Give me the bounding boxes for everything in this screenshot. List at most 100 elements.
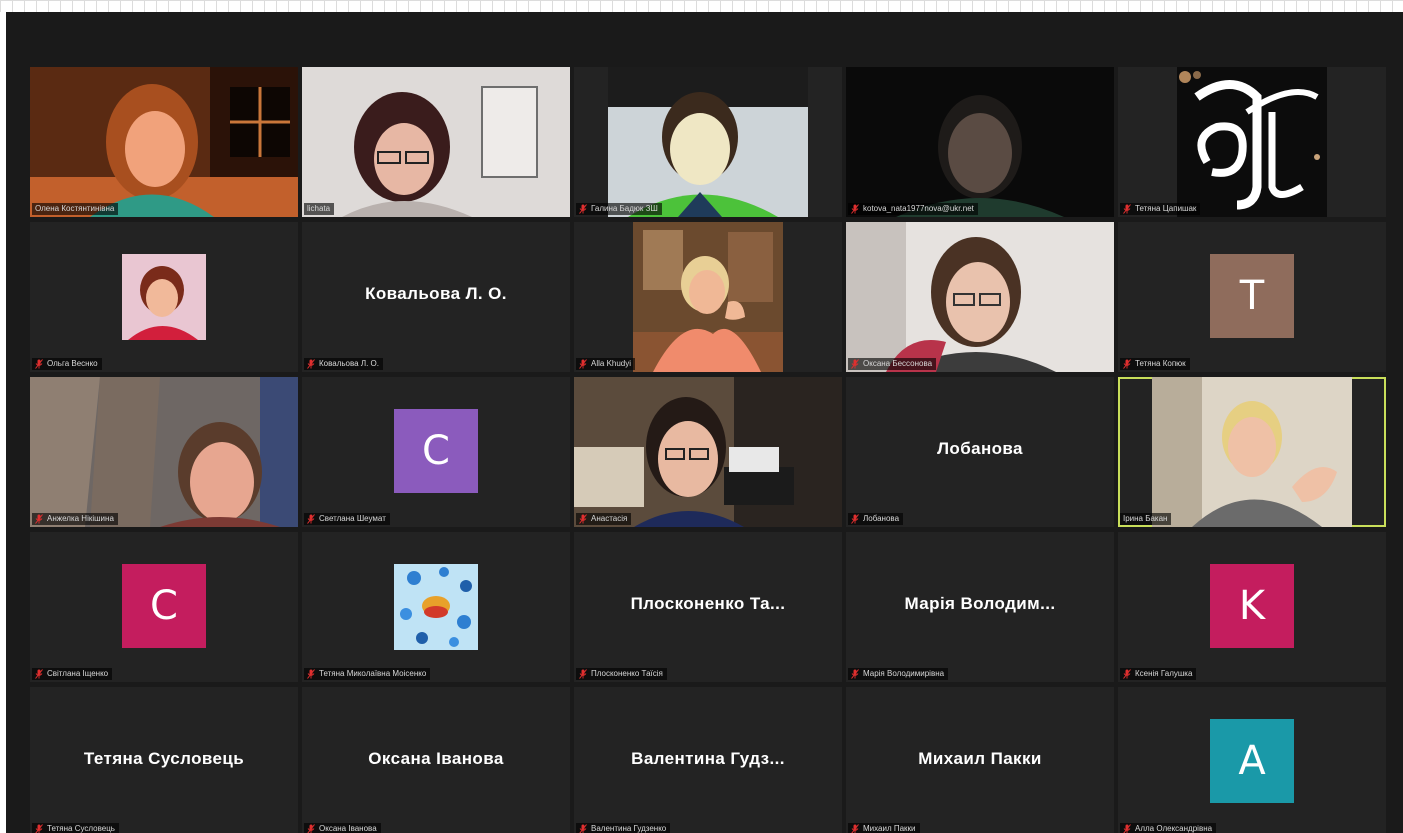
participant-display-name: Марія Володим...	[904, 594, 1056, 613]
participant-name: lichata	[307, 204, 331, 213]
participant-display-name: Тетяна Сусловець	[83, 749, 245, 768]
participant-tile[interactable]: Оксана Бессонова	[846, 222, 1114, 372]
participant-tile[interactable]: Тетяна Сусловець Тетяна Сусловець	[30, 687, 298, 833]
participant-tile[interactable]: K Ксенія Галушка	[1118, 532, 1386, 682]
participant-tile[interactable]: Михаил Пакки Михаил Пакки	[846, 687, 1114, 833]
participant-name-tag: lichata	[304, 203, 335, 215]
participant-name-tag: Плосконенко Таїсія	[576, 668, 667, 680]
mic-muted-icon	[307, 669, 315, 679]
mic-muted-icon	[579, 359, 587, 369]
participant-tile[interactable]: Ольга Веснко	[30, 222, 298, 372]
avatar: C	[122, 564, 206, 648]
meeting-gallery-view: Олена Костянтинівна lichata Галина Бадюк…	[6, 12, 1403, 833]
mic-muted-icon	[579, 204, 587, 214]
participant-tile[interactable]: C Светлана Шеумат	[302, 377, 570, 527]
participant-name-tag: Галина Бадюк ЗШ	[576, 203, 662, 215]
participant-name: Светлана Шеумат	[319, 514, 386, 523]
mic-muted-icon	[851, 204, 859, 214]
participant-display-name: Лобанова	[937, 439, 1023, 458]
participant-name: Тетяна Цапишак	[1135, 204, 1197, 213]
participant-name-tag: Анастасія	[576, 513, 632, 525]
mic-muted-icon	[851, 824, 859, 833]
participant-name-tag: Олена Костянтинівна	[32, 203, 119, 215]
participant-name-tag: Тетяна Копюк	[1120, 358, 1190, 370]
participant-name: Тетяна Миколаївна Моісенко	[319, 669, 427, 678]
participant-tile-active-speaker[interactable]: Ірина Бакан	[1118, 377, 1386, 527]
participant-tile[interactable]: C Світлана Іщенко	[30, 532, 298, 682]
participant-video	[30, 67, 298, 217]
participant-name: kotova_nata1977nova@ukr.net	[863, 204, 974, 213]
mic-muted-icon	[307, 359, 315, 369]
participant-name: Оксана Іванова	[319, 824, 377, 833]
participant-video	[846, 222, 1114, 372]
participant-video	[633, 222, 783, 372]
mic-muted-icon	[851, 514, 859, 524]
participant-name: Анастасія	[591, 514, 628, 523]
participant-name: Валентина Гудзенко	[591, 824, 667, 833]
profile-photo	[122, 254, 206, 340]
participant-name: Ковальова Л. О.	[319, 359, 379, 368]
participant-name: Alla Khudyi	[591, 359, 632, 368]
participant-video	[30, 377, 298, 527]
participant-tile[interactable]: Оксана Іванова Оксана Іванова	[302, 687, 570, 833]
participant-name-tag: Лобанова	[848, 513, 904, 525]
avatar: A	[1210, 719, 1294, 803]
participant-tile[interactable]: Ковальова Л. О. Ковальова Л. О.	[302, 222, 570, 372]
participant-video	[1177, 67, 1327, 217]
mic-muted-icon	[851, 669, 859, 679]
participant-tile[interactable]: Анастасія	[574, 377, 842, 527]
participant-video	[846, 67, 1114, 217]
participant-display-name: Михаил Пакки	[918, 749, 1042, 768]
participant-name: Ірина Бакан	[1123, 514, 1168, 523]
participant-tile[interactable]: Тетяна Миколаївна Моісенко	[302, 532, 570, 682]
profile-photo	[394, 564, 478, 650]
participant-tile[interactable]: T Тетяна Копюк	[1118, 222, 1386, 372]
participant-tile[interactable]: Alla Khudyi	[574, 222, 842, 372]
participant-tile[interactable]: kotova_nata1977nova@ukr.net	[846, 67, 1114, 217]
avatar: K	[1210, 564, 1294, 648]
participant-display-name: Плосконенко Та...	[630, 594, 786, 613]
mic-muted-icon	[579, 514, 587, 524]
participant-name-tag: Валентина Гудзенко	[576, 823, 671, 833]
participant-tile[interactable]: Лобанова Лобанова	[846, 377, 1114, 527]
participant-name: Анжелка Нікішина	[47, 514, 114, 523]
mic-muted-icon	[307, 824, 315, 833]
participant-tile[interactable]: Валентина Гудз... Валентина Гудзенко	[574, 687, 842, 833]
participant-name-tag: Тетяна Миколаївна Моісенко	[304, 668, 431, 680]
mic-muted-icon	[35, 514, 43, 524]
participant-tile[interactable]: Галина Бадюк ЗШ	[574, 67, 842, 217]
mic-muted-icon	[579, 669, 587, 679]
participant-display-name: Оксана Іванова	[368, 749, 504, 768]
mic-muted-icon	[35, 669, 43, 679]
participant-name: Галина Бадюк ЗШ	[591, 204, 658, 213]
mic-muted-icon	[851, 359, 859, 369]
participant-tile[interactable]: lichata	[302, 67, 570, 217]
participant-name-tag: Тетяна Сусловець	[32, 823, 119, 833]
participant-video	[302, 67, 570, 217]
participant-display-name: Валентина Гудз...	[631, 749, 785, 768]
mic-muted-icon	[35, 359, 43, 369]
participant-name: Ксенія Галушка	[1135, 669, 1193, 678]
participant-name-tag: Анжелка Нікішина	[32, 513, 118, 525]
participant-tile[interactable]: Олена Костянтинівна	[30, 67, 298, 217]
participant-name: Марія Володимирівна	[863, 669, 945, 678]
mic-muted-icon	[1123, 359, 1131, 369]
window-title-strip	[0, 0, 1403, 12]
participant-name: Лобанова	[863, 514, 900, 523]
participant-tile[interactable]: Марія Володим... Марія Володимирівна	[846, 532, 1114, 682]
participant-tile[interactable]: A Алла Олександрівна	[1118, 687, 1386, 833]
participant-name-tag: Ковальова Л. О.	[304, 358, 383, 370]
participant-name-tag: Марія Володимирівна	[848, 668, 949, 680]
participant-name-tag: Світлана Іщенко	[32, 668, 113, 680]
participant-name-tag: Оксана Іванова	[304, 823, 381, 833]
participant-video	[574, 377, 842, 527]
participant-tile[interactable]: Тетяна Цапишак	[1118, 67, 1386, 217]
participant-video	[1152, 377, 1352, 527]
avatar: T	[1210, 254, 1294, 338]
participant-tile[interactable]: Анжелка Нікішина	[30, 377, 298, 527]
participant-tile[interactable]: Плосконенко Та... Плосконенко Таїсія	[574, 532, 842, 682]
participant-name: Тетяна Сусловець	[47, 824, 115, 833]
participant-video	[608, 67, 808, 217]
participant-display-name: Ковальова Л. О.	[365, 284, 507, 303]
mic-muted-icon	[307, 514, 315, 524]
